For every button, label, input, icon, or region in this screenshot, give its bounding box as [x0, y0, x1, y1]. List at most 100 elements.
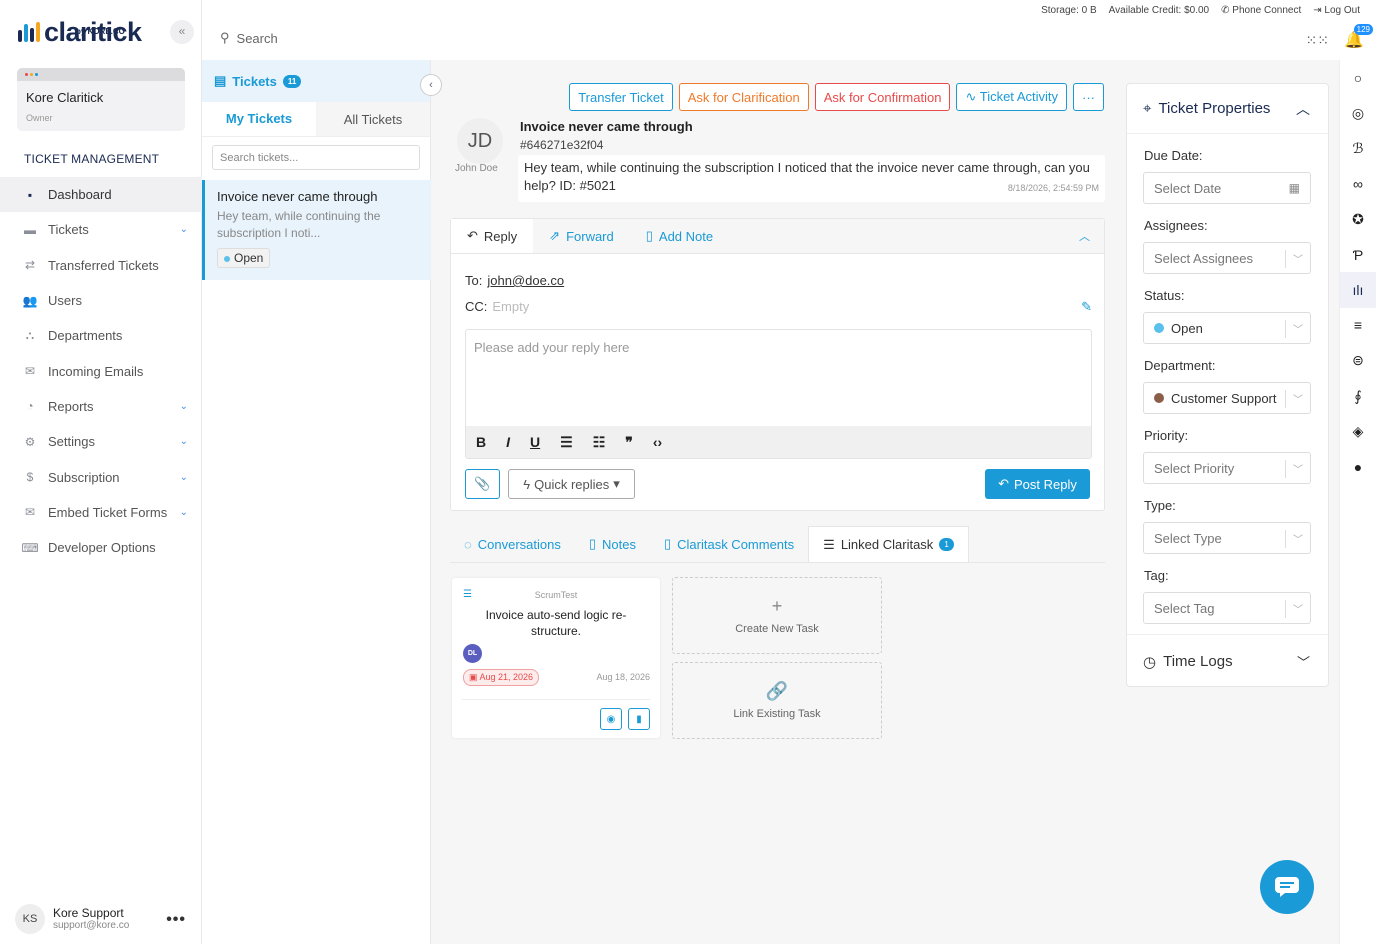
ticket-activity-button[interactable]: ∿ Ticket Activity — [956, 83, 1067, 111]
property-field-due-date[interactable]: Select Date ▦ — [1143, 172, 1311, 204]
time-logs-section[interactable]: ◷ Time Logs ﹀ — [1127, 634, 1328, 688]
property-field-department[interactable]: Customer Support ﹀ — [1143, 382, 1311, 414]
tab-conversations[interactable]: ◌ Conversations — [450, 526, 575, 562]
tab-all-tickets[interactable]: All Tickets — [316, 102, 430, 136]
sidebar-item-users[interactable]: 👥 Users — [0, 283, 202, 318]
globe-icon[interactable]: ● — [1340, 449, 1376, 484]
bold-button[interactable]: B — [476, 434, 486, 450]
star-icon[interactable]: ✪ — [1340, 202, 1376, 237]
linked-task-card[interactable]: ☰ ScrumTest Invoice auto-send logic re-s… — [452, 578, 660, 738]
property-value: Select Tag — [1154, 600, 1215, 616]
claritick-icon[interactable]: ılı — [1340, 272, 1376, 308]
logout-icon: ⇥ — [1313, 5, 1325, 16]
org-role: Owner — [26, 113, 53, 123]
swirl-icon[interactable]: ℬ — [1340, 131, 1376, 166]
top-info: Storage: 0 B Available Credit: $0.00 ✆ P… — [1041, 5, 1360, 16]
property-field-tag[interactable]: Select Tag ﹀ — [1143, 592, 1311, 624]
italic-button[interactable]: I — [506, 434, 510, 450]
global-search[interactable]: ⚲ Search — [220, 30, 278, 46]
tab-notes[interactable]: ▯ Notes — [575, 526, 650, 562]
sidebar-item-reports[interactable]: ◔ Reports ⌄ — [0, 389, 202, 424]
reply-icon: ↶ — [998, 476, 1010, 491]
code-button[interactable]: ‹› — [653, 434, 662, 450]
numbered-list-button[interactable]: ☷ — [593, 434, 606, 451]
calendar-icon: ▦ — [1288, 181, 1300, 195]
reply-editor[interactable]: Please add your reply here B I U ☰ ☷ ❞ ‹… — [465, 329, 1092, 459]
layers-icon[interactable]: ◈ — [1340, 414, 1376, 449]
link-task-card[interactable]: 🔗 Link Existing Task — [672, 662, 882, 739]
stack-icon[interactable]: ⊜ — [1340, 343, 1376, 378]
chevron-up-icon[interactable]: ︿ — [1079, 219, 1104, 253]
transfer-ticket-button[interactable]: Transfer Ticket — [569, 83, 673, 111]
chevron-down-icon[interactable]: ⌄ — [180, 507, 188, 518]
ticket-search-input[interactable]: Search tickets... — [212, 145, 420, 170]
target-icon[interactable]: ◎ — [1340, 95, 1376, 130]
property-field-type[interactable]: Select Type ﹀ — [1143, 522, 1311, 554]
apps-grid-icon[interactable]: ⁙⁙ — [1306, 32, 1329, 49]
cc-line[interactable]: CC: Empty — [465, 299, 529, 314]
sidebar-item-subscription[interactable]: $ Subscription ⌄ — [0, 459, 202, 494]
book-icon[interactable]: ∮ — [1340, 379, 1376, 414]
tab-claritask-comments[interactable]: ▯ Claritask Comments — [650, 526, 808, 562]
sidebar-item-developer-options[interactable]: ⌨ Developer Options — [0, 530, 202, 565]
search-input[interactable]: Search — [237, 31, 278, 46]
bullet-list-button[interactable]: ☰ — [560, 434, 573, 451]
quote-button[interactable]: ❞ — [625, 434, 633, 451]
create-task-card[interactable]: + Create New Task — [672, 577, 882, 654]
ask-confirmation-button[interactable]: Ask for Confirmation — [814, 83, 951, 111]
ticket-list-item[interactable]: Invoice never came through Hey team, whi… — [202, 180, 431, 280]
org-card[interactable]: Kore Claritick Owner — [17, 68, 185, 131]
property-field-status[interactable]: Open ﹀ — [1143, 312, 1311, 344]
quick-replies-button[interactable]: ϟ Quick replies ▾ — [508, 469, 635, 499]
to-email[interactable]: john@doe.co — [487, 273, 564, 288]
chevron-up-icon[interactable]: ︿ — [1296, 99, 1328, 119]
collapse-sidebar-button[interactable]: « — [170, 20, 194, 44]
chevron-down-icon[interactable]: ⌄ — [180, 472, 188, 483]
more-actions-button[interactable]: ··· — [1073, 83, 1104, 111]
logout-link[interactable]: ⇥ Log Out — [1313, 5, 1360, 16]
ticket-item-title: Invoice never came through — [217, 189, 378, 204]
sidebar-item-dashboard[interactable]: ▪ Dashboard — [0, 177, 202, 213]
sidebar-item-embed-ticket-forms[interactable]: ✉ Embed Ticket Forms ⌄ — [0, 495, 202, 530]
sidebar-item-label: Embed Ticket Forms — [48, 504, 168, 520]
lines-icon[interactable]: ≡ — [1340, 308, 1376, 343]
sidebar-item-departments[interactable]: ⛬ Departments — [0, 318, 202, 353]
chevron-down-icon[interactable]: ⌄ — [180, 436, 188, 447]
ask-clarification-button[interactable]: Ask for Clarification — [678, 83, 809, 111]
infinity-icon[interactable]: ∞ — [1340, 166, 1376, 201]
logo-subtitle: by KORE.CO — [76, 27, 125, 36]
divider — [1285, 390, 1286, 408]
chat-button[interactable] — [1260, 860, 1314, 914]
more-icon[interactable]: ••• — [166, 911, 186, 929]
tab-my-tickets[interactable]: My Tickets — [202, 102, 316, 136]
edit-icon[interactable]: ✎ — [1081, 299, 1092, 315]
phone-connect-link[interactable]: ✆ Phone Connect — [1221, 5, 1301, 16]
chevron-down-icon[interactable]: ⌄ — [180, 224, 188, 235]
underline-button[interactable]: U — [530, 434, 540, 450]
sidebar-item-transferred-tickets[interactable]: ⇄ Transferred Tickets — [0, 248, 202, 283]
property-field-assignees[interactable]: Select Assignees ﹀ — [1143, 242, 1311, 274]
chevron-down-icon[interactable]: ﹀ — [1297, 652, 1328, 671]
attach-button[interactable]: 📎 — [465, 469, 500, 499]
properties-header[interactable]: ⌖ Ticket Properties ︿ — [1127, 84, 1328, 134]
sidebar-item-tickets[interactable]: ▬ Tickets ⌄ — [0, 212, 202, 247]
tab-forward[interactable]: ⇗ Forward — [533, 219, 630, 253]
delete-task-button[interactable]: ▮ — [628, 708, 650, 730]
tab-linked-claritask[interactable]: ☰ Linked Claritask 1 — [808, 526, 969, 562]
logo-mark-icon — [18, 22, 40, 42]
view-task-button[interactable]: ◉ — [600, 708, 622, 730]
org-name: Kore Claritick — [26, 90, 104, 105]
transfer-icon: ⇄ — [24, 258, 36, 273]
chevron-down-icon[interactable]: ⌄ — [180, 401, 188, 412]
tab-reply[interactable]: ↶ Reply — [451, 219, 534, 253]
circle-icon[interactable]: ○ — [1340, 60, 1376, 95]
sidebar-item-incoming-emails[interactable]: ✉ Incoming Emails — [0, 353, 202, 388]
property-field-priority[interactable]: Select Priority ﹀ — [1143, 452, 1311, 484]
user-footer[interactable]: KS Kore Support support@kore.co ••• — [0, 893, 202, 944]
tab-add-note[interactable]: ▯ Add Note — [630, 219, 729, 253]
p-icon[interactable]: Ƥ — [1340, 237, 1376, 272]
property-value: Open — [1171, 320, 1203, 336]
dashboard-icon: ▪ — [27, 187, 33, 202]
sidebar-item-settings[interactable]: ⚙ Settings ⌄ — [0, 424, 202, 459]
post-reply-button[interactable]: ↶ Post Reply — [985, 469, 1090, 499]
